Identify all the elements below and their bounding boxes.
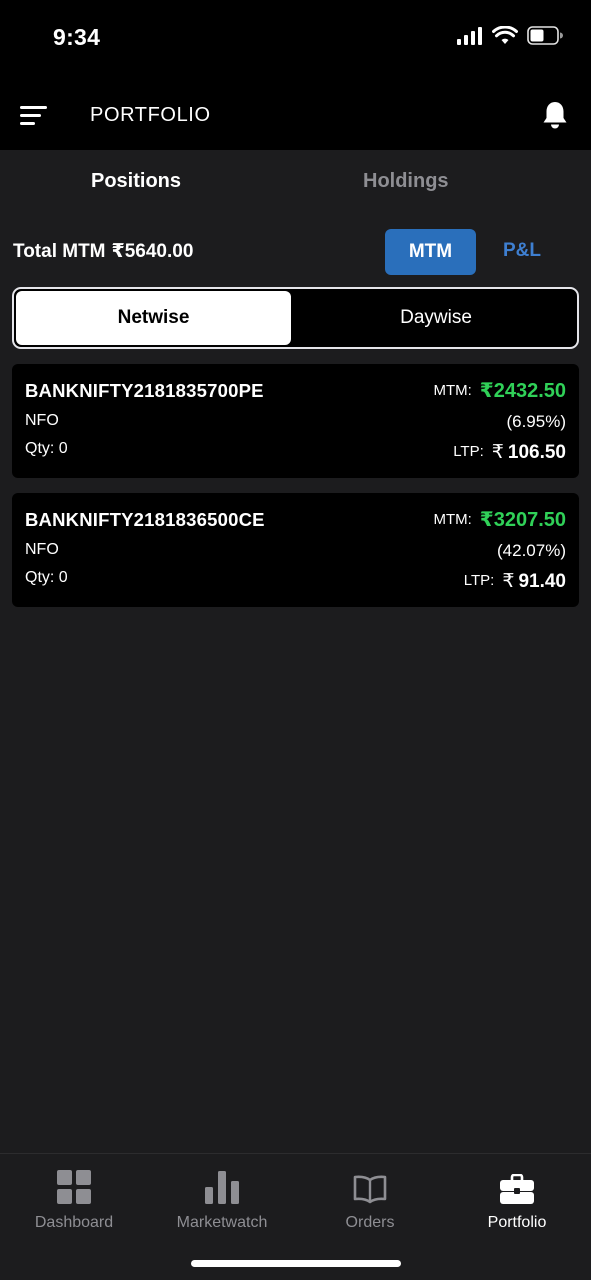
ltp-value: 91.40 <box>518 571 566 592</box>
netwise-daywise-segment: Netwise Daywise <box>12 287 579 349</box>
position-ltp: LTP: ₹106.50 <box>453 441 566 464</box>
nav-label: Portfolio <box>487 1214 547 1231</box>
position-percent: (6.95%) <box>506 412 566 431</box>
bar-chart-icon <box>205 1171 239 1204</box>
nav-portfolio[interactable]: Portfolio <box>443 1166 591 1232</box>
position-card[interactable]: BANKNIFTY2181835700PE NFO Qty: 0 MTM: ₹24… <box>12 364 579 478</box>
menu-icon[interactable] <box>20 106 50 128</box>
total-mtm-label: Total MTM <box>13 241 106 262</box>
tab-holdings[interactable]: Holdings <box>363 170 449 193</box>
nav-label: Dashboard <box>34 1214 114 1231</box>
ltp-label: LTP: <box>463 572 495 589</box>
ltp-currency: ₹ <box>491 442 504 463</box>
mtm-toggle-button[interactable]: MTM <box>385 229 476 275</box>
wifi-icon <box>492 26 518 44</box>
mtm-value: ₹3207.50 <box>479 509 566 531</box>
total-mtm-value: ₹5640.00 <box>111 241 194 262</box>
nav-orders[interactable]: Orders <box>296 1166 444 1232</box>
nav-marketwatch[interactable]: Marketwatch <box>148 1166 296 1232</box>
position-exchange: NFO <box>25 541 59 558</box>
nav-dashboard[interactable]: Dashboard <box>0 1166 148 1232</box>
ltp-label: LTP: <box>453 443 484 460</box>
status-icons <box>457 26 563 45</box>
mtm-value: ₹2432.50 <box>479 380 566 402</box>
tab-positions[interactable]: Positions <box>91 170 181 193</box>
page-title: PORTFOLIO <box>90 104 211 126</box>
nav-label: Orders <box>345 1214 395 1231</box>
segment-daywise[interactable]: Daywise <box>297 291 575 345</box>
pl-toggle-button[interactable]: P&L <box>503 240 541 262</box>
app-header: PORTFOLIO <box>0 80 591 150</box>
dashboard-grid-icon <box>57 1170 91 1204</box>
mtm-label: MTM: <box>433 511 472 528</box>
ltp-value: 106.50 <box>507 442 566 463</box>
battery-icon <box>527 26 563 45</box>
nav-label: Marketwatch <box>176 1214 268 1231</box>
total-mtm: Total MTM ₹5640.00 <box>13 240 193 263</box>
cellular-signal-icon <box>457 26 482 45</box>
position-qty: Qty: 0 <box>25 440 68 457</box>
status-time: 9:34 <box>53 24 101 50</box>
home-indicator <box>191 1260 401 1267</box>
position-ltp: LTP: ₹91.40 <box>464 570 566 593</box>
mtm-label: MTM: <box>433 382 472 399</box>
position-qty: Qty: 0 <box>25 569 68 586</box>
segment-netwise[interactable]: Netwise <box>16 291 291 345</box>
position-symbol: BANKNIFTY2181835700PE <box>25 380 264 401</box>
position-symbol: BANKNIFTY2181836500CE <box>25 509 265 530</box>
notification-bell-icon[interactable] <box>541 100 569 130</box>
position-card[interactable]: BANKNIFTY2181836500CE NFO Qty: 0 MTM: ₹32… <box>12 493 579 607</box>
status-bar: 9:34 <box>0 0 591 80</box>
position-exchange: NFO <box>25 412 59 429</box>
briefcase-icon <box>500 1174 534 1204</box>
position-percent: (42.07%) <box>497 541 566 560</box>
open-book-icon <box>353 1175 387 1204</box>
position-mtm: MTM: ₹2432.50 <box>433 378 566 403</box>
ltp-currency: ₹ <box>502 571 515 592</box>
position-mtm: MTM: ₹3207.50 <box>433 507 566 532</box>
